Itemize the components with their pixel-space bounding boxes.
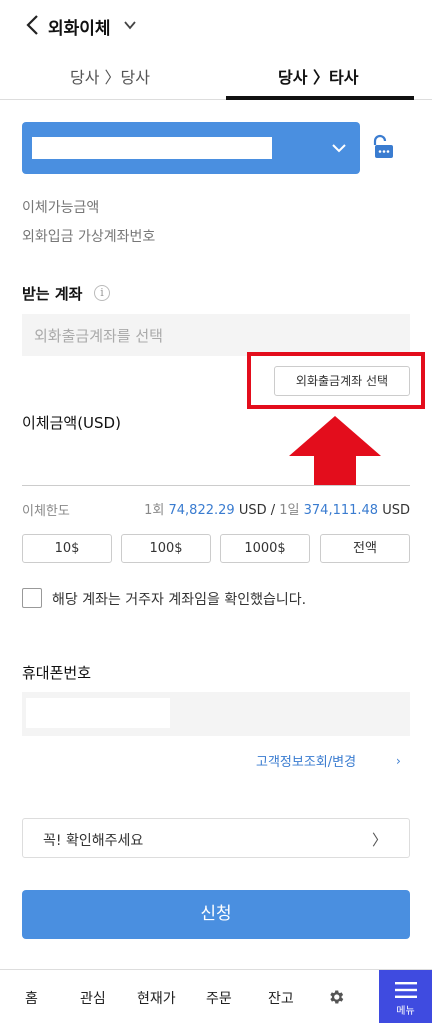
tab-external-transfer[interactable]: 당사 〉타사 xyxy=(278,64,358,88)
page-title: 외화이체 xyxy=(48,19,111,39)
phone-number-mask xyxy=(26,698,170,728)
active-tab-indicator xyxy=(226,96,414,100)
transfer-amount-label: 이체금액(USD) xyxy=(22,414,121,432)
phone-number-field[interactable] xyxy=(22,692,410,736)
resident-account-label[interactable]: 해당 계좌는 거주자 계좌임을 확인했습니다. xyxy=(52,589,306,609)
account-number-mask xyxy=(32,137,272,159)
account-dropdown[interactable] xyxy=(22,122,360,174)
receive-account-title: 받는 계좌 xyxy=(22,285,83,303)
chevron-down-icon xyxy=(332,144,346,153)
info-icon[interactable]: i xyxy=(94,285,110,301)
phone-number-label: 휴대폰번호 xyxy=(22,664,92,682)
receive-account-input[interactable]: 외화출금계좌를 선택 xyxy=(22,314,410,356)
quick-amount-10-button[interactable]: 10$ xyxy=(22,534,112,563)
menu-label: 메뉴 xyxy=(396,1006,415,1017)
transfer-limit-values: 1회 74,822.29 USD / 1일 374,111.48 USD xyxy=(144,503,410,518)
chevron-right-icon[interactable]: › xyxy=(396,754,401,768)
unlock-icon[interactable] xyxy=(370,134,396,160)
tab-internal-transfer[interactable]: 당사 〉당사 xyxy=(70,64,150,88)
quick-amount-100-button[interactable]: 100$ xyxy=(121,534,211,563)
header: 외화이체 xyxy=(0,0,432,50)
notice-label: 꼭! 확인해주세요 xyxy=(43,833,144,849)
nav-item-current-price[interactable]: 현재가 xyxy=(137,988,176,1008)
nav-item-home[interactable]: 홈 xyxy=(25,988,38,1008)
receive-account-placeholder: 외화출금계좌를 선택 xyxy=(34,327,163,345)
customer-info-link[interactable]: 고객정보조회/변경 xyxy=(256,751,356,770)
notice-button[interactable]: 꼭! 확인해주세요 〉 xyxy=(22,818,410,858)
menu-button[interactable]: 메뉴 xyxy=(379,970,432,1023)
nav-item-order[interactable]: 주문 xyxy=(206,988,232,1008)
back-icon[interactable] xyxy=(24,13,42,37)
tab-bar: 당사 〉당사 당사 〉타사 xyxy=(0,54,432,100)
gear-icon[interactable] xyxy=(327,988,345,1006)
bottom-navigation: 홈 관심 현재가 주문 잔고 메뉴 xyxy=(0,969,432,1023)
quick-amount-all-button[interactable]: 전액 xyxy=(320,534,410,563)
virtual-account-label: 외화입금 가상계좌번호 xyxy=(22,229,156,245)
transfer-amount-input[interactable] xyxy=(22,485,410,486)
menu-icon xyxy=(395,982,417,998)
chevron-right-icon: 〉 xyxy=(371,831,387,849)
arrow-up-annotation xyxy=(289,416,381,486)
nav-item-balance[interactable]: 잔고 xyxy=(268,988,294,1008)
chevron-down-icon[interactable] xyxy=(122,17,138,33)
transfer-limit-label: 이체한도 xyxy=(22,504,70,519)
nav-item-watchlist[interactable]: 관심 xyxy=(80,988,106,1008)
quick-amount-1000-button[interactable]: 1000$ xyxy=(220,534,310,563)
resident-account-checkbox[interactable] xyxy=(22,588,42,608)
apply-button[interactable]: 신청 xyxy=(22,890,410,939)
available-amount-label: 이체가능금액 xyxy=(22,200,100,216)
highlight-annotation-box xyxy=(247,352,425,409)
